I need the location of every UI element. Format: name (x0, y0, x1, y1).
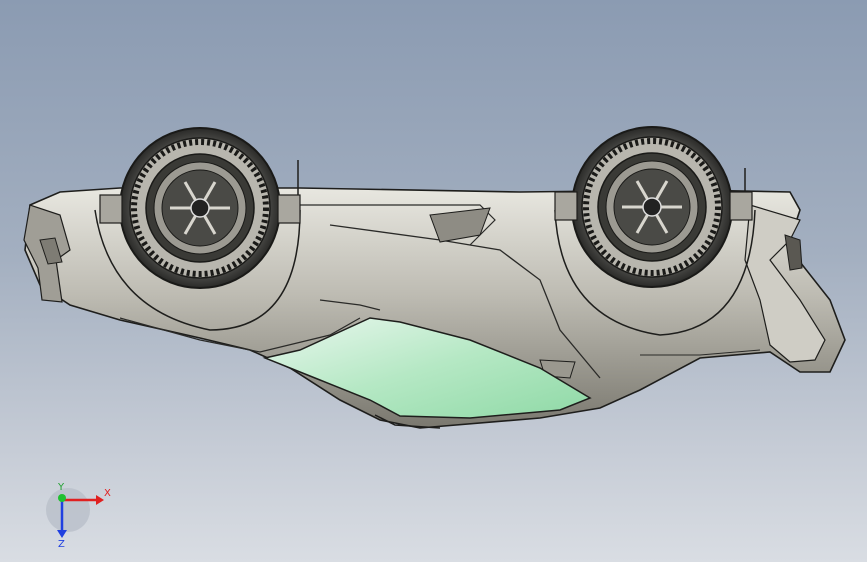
y-axis-label: Y (57, 482, 65, 493)
x-axis-label: X (104, 488, 111, 499)
car-model-upside-down[interactable] (0, 0, 867, 562)
y-axis-arrow (58, 494, 66, 502)
rear-wheel (119, 127, 281, 289)
z-axis-label: Z (58, 539, 65, 548)
coordinate-triad: X Y Z (46, 482, 111, 548)
graphics-viewport[interactable]: X Y Z (0, 0, 867, 562)
front-wheel (571, 126, 733, 288)
